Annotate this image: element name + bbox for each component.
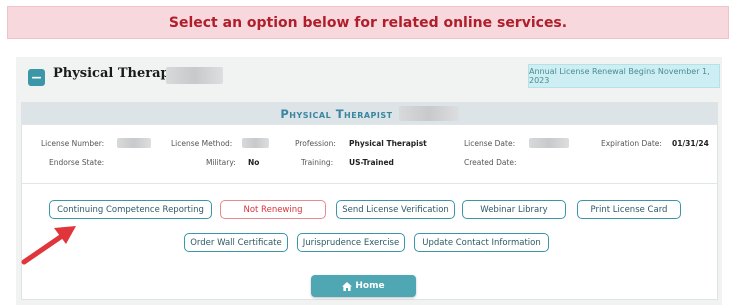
profession-label: Profession: [295, 139, 336, 148]
panel-title: Physical Therapist [280, 106, 393, 121]
license-date-label: License Date: [464, 139, 516, 148]
print-license-card-button[interactable]: Print License Card [577, 200, 681, 219]
license-method-label: License Method: [171, 139, 233, 148]
update-contact-information-button[interactable]: Update Contact Information [414, 233, 549, 252]
send-license-verification-button[interactable]: Send License Verification [336, 200, 455, 219]
training-label: Training: [301, 158, 334, 167]
arrow-annotation [21, 226, 76, 265]
renewal-notice: Annual License Renewal Begins November 1… [528, 64, 720, 88]
info-banner: Select an option below for related onlin… [7, 6, 729, 39]
home-icon [342, 281, 353, 291]
military-label: Military: [206, 158, 236, 167]
endorse-state-label: Endorse State: [49, 158, 105, 167]
renewal-notice-text: Annual License Renewal Begins November 1… [529, 67, 710, 85]
webinar-library-button[interactable]: Webinar Library [462, 200, 566, 219]
banner-text: Select an option below for related onlin… [168, 14, 568, 31]
license-method-value [242, 138, 269, 148]
divider [22, 183, 717, 184]
expiration-date-value: 01/31/24 [672, 139, 709, 148]
collapse-icon[interactable]: − [28, 69, 45, 86]
expiration-date-label: Expiration Date: [601, 139, 662, 148]
jurisprudence-exercise-button[interactable]: Jurisprudence Exercise [297, 233, 405, 252]
license-details-panel: Physical Therapist License Number: Licen… [21, 102, 718, 300]
section-header: − Physical Therapist Annual License Rene… [16, 57, 722, 93]
license-section: − Physical Therapist Annual License Rene… [16, 57, 722, 305]
profession-value: Physical Therapist [349, 139, 427, 148]
order-wall-certificate-button[interactable]: Order Wall Certificate [184, 233, 288, 252]
home-label: Home [355, 281, 385, 291]
continuing-competence-button[interactable]: Continuing Competence Reporting [49, 200, 212, 219]
redacted-license-id [398, 106, 459, 121]
not-renewing-button[interactable]: Not Renewing [220, 200, 326, 219]
license-date-value [529, 138, 569, 148]
military-value: No [248, 158, 260, 167]
redacted-name [166, 67, 223, 84]
divider [22, 124, 717, 125]
panel-title-bar: Physical Therapist [22, 103, 717, 124]
training-value: US-Trained [349, 158, 394, 167]
created-date-label: Created Date: [464, 158, 517, 167]
license-number-label: License Number: [41, 139, 105, 148]
license-number-value [117, 138, 151, 148]
home-button[interactable]: Home [311, 275, 416, 297]
